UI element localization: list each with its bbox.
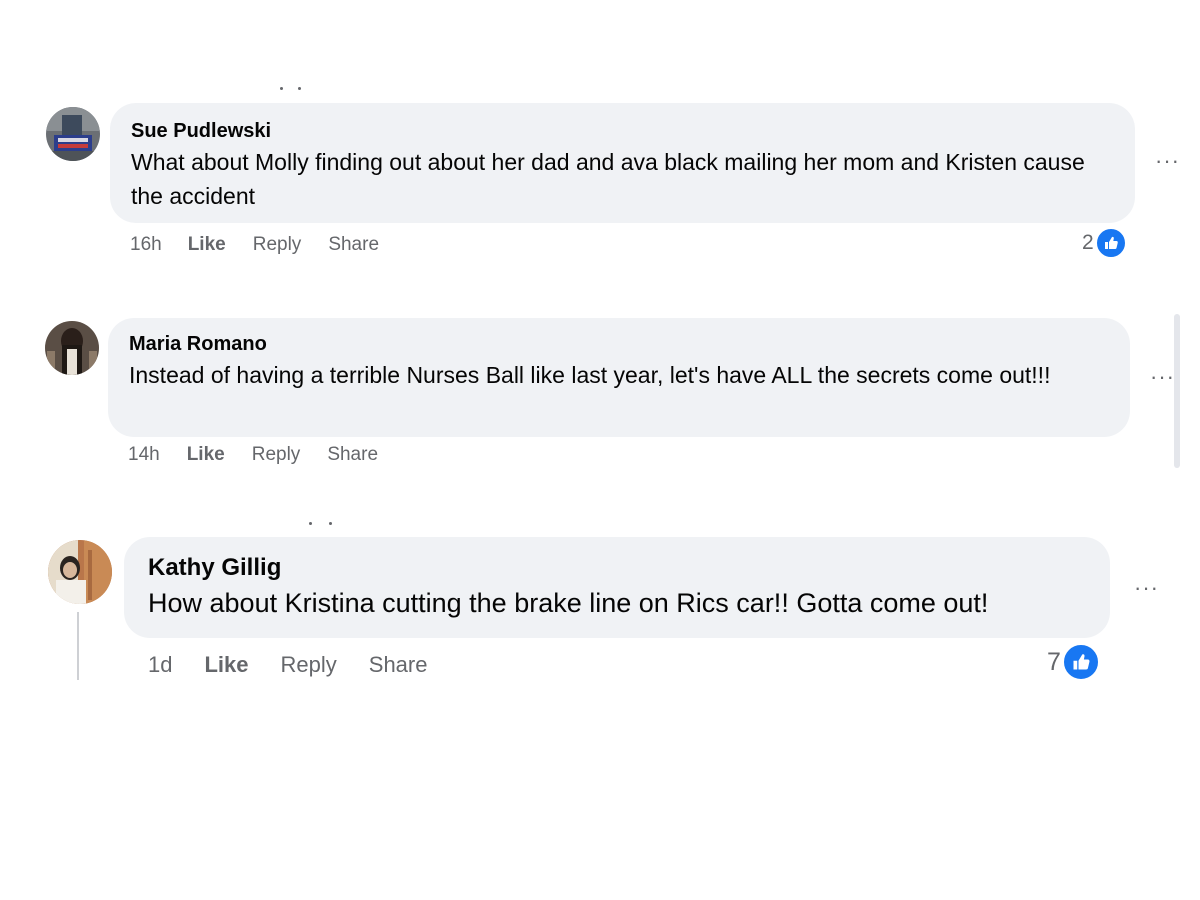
avatar-image	[48, 540, 112, 604]
like-button[interactable]: Like	[204, 652, 248, 678]
comment-author[interactable]: Maria Romano	[129, 332, 1110, 356]
reaction-summary[interactable]: 7	[1047, 643, 1100, 681]
comment-text: What about Molly finding out about her d…	[131, 149, 1085, 209]
comments-page: Sue Pudlewski What about Molly finding o…	[0, 0, 1200, 900]
clipped-text-fragment	[278, 86, 318, 92]
comment-timestamp[interactable]: 14h	[128, 444, 160, 466]
more-options-button[interactable]: ···	[1150, 366, 1175, 388]
share-button[interactable]: Share	[327, 444, 378, 466]
clipped-text-fragment	[305, 521, 345, 527]
share-button[interactable]: Share	[369, 652, 428, 678]
comment-actions: 1d Like Reply Share	[148, 651, 427, 679]
share-button[interactable]: Share	[328, 234, 379, 256]
reaction-count: 7	[1047, 647, 1061, 676]
comment-timestamp[interactable]: 1d	[148, 652, 172, 678]
comment-actions: 14h Like Reply Share	[128, 443, 378, 467]
comment-text: Instead of having a terrible Nurses Ball…	[129, 362, 1051, 388]
comment-author[interactable]: Sue Pudlewski	[131, 119, 1115, 143]
avatar-image	[45, 321, 99, 375]
avatar[interactable]	[46, 107, 100, 161]
avatar[interactable]	[48, 540, 112, 604]
comment-text: How about Kristina cutting the brake lin…	[148, 588, 989, 618]
like-button[interactable]: Like	[187, 444, 225, 466]
comment-bubble: Sue Pudlewski What about Molly finding o…	[110, 103, 1135, 223]
reply-button[interactable]: Reply	[252, 444, 301, 466]
thumbs-up-icon	[1094, 227, 1127, 259]
scrollbar[interactable]	[1174, 314, 1180, 468]
more-options-button[interactable]: ···	[1134, 577, 1159, 599]
avatar-image	[46, 107, 100, 161]
comment-timestamp[interactable]: 16h	[130, 234, 162, 256]
reply-thread-line	[77, 612, 79, 680]
reaction-count: 2	[1082, 231, 1094, 254]
comment-bubble: Kathy Gillig How about Kristina cutting …	[124, 537, 1110, 638]
reaction-summary[interactable]: 2	[1082, 227, 1127, 259]
thumbs-up-icon	[1061, 643, 1100, 681]
comment-bubble: Maria Romano Instead of having a terribl…	[108, 318, 1130, 437]
comment-author[interactable]: Kathy Gillig	[148, 553, 1090, 583]
like-button[interactable]: Like	[188, 234, 226, 256]
reply-button[interactable]: Reply	[253, 234, 302, 256]
more-options-button[interactable]: ···	[1155, 150, 1180, 172]
avatar[interactable]	[45, 321, 99, 375]
reply-button[interactable]: Reply	[281, 652, 337, 678]
comment-actions: 16h Like Reply Share	[130, 233, 379, 257]
